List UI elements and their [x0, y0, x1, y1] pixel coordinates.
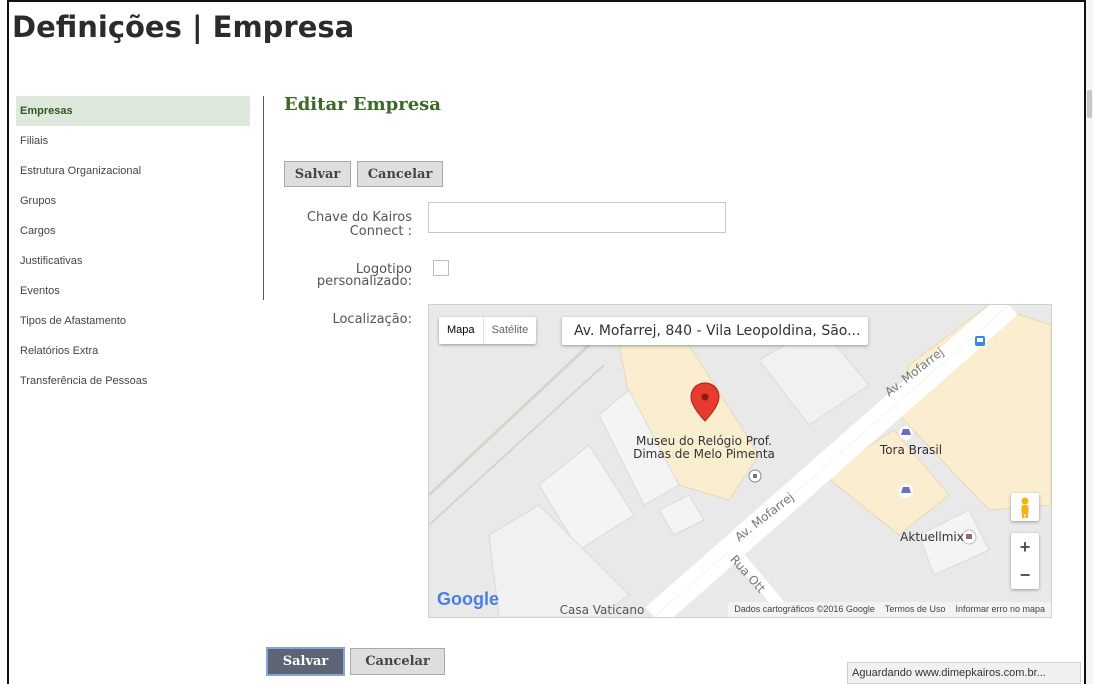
sidebar-item-estrutura-organizacional[interactable]: Estrutura Organizacional	[16, 156, 250, 186]
map-data-attribution: Dados cartográficos ©2016 Google	[734, 604, 875, 614]
google-logo: Google	[437, 589, 499, 609]
map-type-map-button[interactable]: Mapa	[439, 317, 483, 344]
map-poi-casa-vaticano[interactable]: Casa Vaticano	[557, 604, 647, 617]
map-poi-tora-brasil[interactable]: Tora Brasil	[876, 444, 946, 457]
map-terms-link[interactable]: Termos de Uso	[885, 604, 946, 614]
map-type-toggle: Mapa Satélite	[439, 317, 537, 344]
sidebar-item-relatorios-extra[interactable]: Relatórios Extra	[16, 336, 250, 366]
sidebar-menu: Empresas Filiais Estrutura Organizaciona…	[16, 96, 250, 396]
zoom-out-button[interactable]: −	[1011, 561, 1039, 589]
sidebar-item-cargos[interactable]: Cargos	[16, 216, 250, 246]
map-address-label: Av. Mofarrej, 840 - Vila Leopoldina, São…	[562, 317, 868, 345]
location-label: Localização:	[332, 312, 412, 327]
map-poi-aktuellmix[interactable]: Aktuellmix	[897, 531, 967, 544]
location-map[interactable]: Mapa Satélite Av. Mofarrej, 840 - Vila L…	[428, 304, 1052, 618]
page-title: Definições | Empresa	[12, 10, 355, 44]
zoom-in-button[interactable]: +	[1011, 533, 1039, 561]
logo-checkbox[interactable]	[433, 260, 449, 276]
browser-status-bar: Aguardando www.dimepkairos.com.br...	[847, 662, 1081, 684]
sidebar-item-filiais[interactable]: Filiais	[16, 126, 250, 156]
sidebar-item-eventos[interactable]: Eventos	[16, 276, 250, 306]
save-button-bottom[interactable]: Salvar	[266, 647, 345, 676]
logo-label: Logotipo personalizado:	[316, 262, 412, 289]
window-border-top	[7, 0, 1087, 2]
cancel-button-top[interactable]: Cancelar	[357, 161, 443, 187]
kairos-key-input[interactable]	[428, 202, 726, 233]
scrollbar-thumb[interactable]	[1087, 90, 1092, 118]
map-report-error-link[interactable]: Informar erro no mapa	[955, 604, 1045, 614]
cancel-button-bottom[interactable]: Cancelar	[350, 648, 445, 675]
kairos-key-label: Chave do Kairos Connect :	[306, 210, 412, 239]
map-type-satellite-button[interactable]: Satélite	[482, 317, 537, 344]
sidebar-item-tipos-de-afastamento[interactable]: Tipos de Afastamento	[16, 306, 250, 336]
map-poi-museum[interactable]: Museu do Relógio Prof. Dimas de Melo Pim…	[629, 435, 779, 461]
section-title: Editar Empresa	[284, 94, 441, 115]
sidebar-item-grupos[interactable]: Grupos	[16, 186, 250, 216]
sidebar-item-transferencia-de-pessoas[interactable]: Transferência de Pessoas	[16, 366, 250, 396]
map-zoom-control: + −	[1011, 533, 1039, 589]
content-divider	[263, 96, 264, 300]
sidebar-item-justificativas[interactable]: Justificativas	[16, 246, 250, 276]
window-border-left	[7, 0, 9, 684]
map-attribution: Dados cartográficos ©2016 Google Termos d…	[728, 602, 1051, 617]
street-view-pegman-icon[interactable]	[1011, 493, 1039, 521]
sidebar-item-empresas[interactable]: Empresas	[16, 96, 250, 126]
pegman-icon	[1021, 497, 1029, 518]
save-button-top[interactable]: Salvar	[284, 161, 351, 187]
